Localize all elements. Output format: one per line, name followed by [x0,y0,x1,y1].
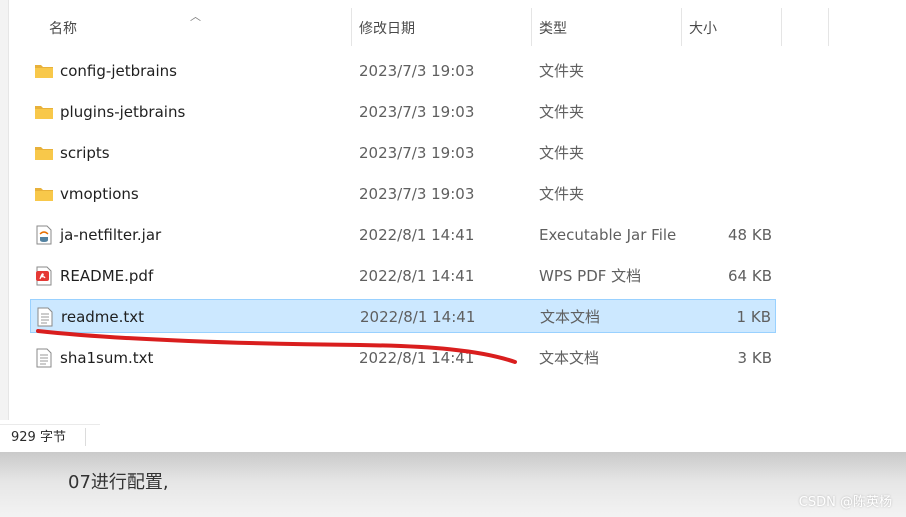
file-row[interactable]: README.pdf 2022/8/1 14:41 WPS PDF 文档 64 … [30,259,776,293]
folder-icon [35,106,53,119]
file-type: 文件夹 [539,144,585,162]
file-type: WPS PDF 文档 [539,267,642,285]
pdf-file-icon [36,266,52,286]
watermark: CSDN @陈英杨 [798,495,892,510]
file-name: vmoptions [60,185,139,203]
file-name: readme.txt [61,308,145,326]
folder-icon [35,65,53,78]
file-explorer: 名称 ︿ 修改日期 类型 大小 config-jetbrains 2023/7/… [0,0,906,452]
file-name: scripts [60,144,110,162]
column-header-name-label: 名称 [49,21,77,37]
folder-icon [35,147,53,160]
file-name: ja-netfilter.jar [60,226,162,244]
file-modified-date: 2022/8/1 14:41 [359,349,475,367]
file-type: 文本文档 [540,308,601,326]
file-modified-date: 2023/7/3 19:03 [359,144,475,162]
file-type: 文件夹 [539,62,585,80]
column-header-type[interactable]: 类型 [531,0,681,46]
file-modified-date: 2022/8/1 14:41 [359,226,475,244]
status-bar-divider [85,428,86,446]
file-row[interactable]: config-jetbrains 2023/7/3 19:03 文件夹 [30,54,776,88]
selection-size-text: 929 字节 [11,430,66,445]
file-name: config-jetbrains [60,62,177,80]
sort-ascending-icon: ︿ [190,10,201,23]
article-text: 07进行配置, [68,472,169,493]
file-row[interactable]: scripts 2023/7/3 19:03 文件夹 [30,136,776,170]
column-header: 名称 ︿ 修改日期 类型 大小 [0,0,906,46]
file-size: 48 KB [728,226,772,244]
file-name: README.pdf [60,267,154,285]
file-size: 3 KB [737,349,772,367]
file-modified-date: 2023/7/3 19:03 [359,62,475,80]
column-divider[interactable] [828,8,829,46]
file-size: 64 KB [728,267,772,285]
file-modified-date: 2022/8/1 14:41 [360,308,476,326]
file-row-selected[interactable]: readme.txt 2022/8/1 14:41 文本文档 1 KB [30,299,776,333]
column-header-date-label: 修改日期 [359,21,415,37]
column-header-type-label: 类型 [539,21,567,37]
jar-file-icon [36,225,52,245]
file-row[interactable]: plugins-jetbrains 2023/7/3 19:03 文件夹 [30,95,776,129]
column-header-size[interactable]: 大小 [681,0,781,46]
column-header-date[interactable]: 修改日期 [351,0,531,46]
file-modified-date: 2023/7/3 19:03 [359,185,475,203]
file-modified-date: 2022/8/1 14:41 [359,267,475,285]
file-type: Executable Jar File [539,226,677,244]
folder-icon [35,188,53,201]
file-name: sha1sum.txt [60,349,154,367]
file-type: 文件夹 [539,103,585,121]
text-file-icon [36,348,52,368]
column-header-size-label: 大小 [689,21,717,37]
file-type: 文件夹 [539,185,585,203]
file-modified-date: 2023/7/3 19:03 [359,103,475,121]
file-row[interactable]: vmoptions 2023/7/3 19:03 文件夹 [30,177,776,211]
file-row[interactable]: ja-netfilter.jar 2022/8/1 14:41 Executab… [30,218,776,252]
file-name: plugins-jetbrains [60,103,186,121]
file-type: 文本文档 [539,349,600,367]
column-divider[interactable] [781,8,782,46]
navigation-pane-edge [0,0,9,420]
file-size: 1 KB [736,308,771,326]
file-row[interactable]: sha1sum.txt 2022/8/1 14:41 文本文档 3 KB [30,341,776,375]
text-file-icon [37,307,53,327]
